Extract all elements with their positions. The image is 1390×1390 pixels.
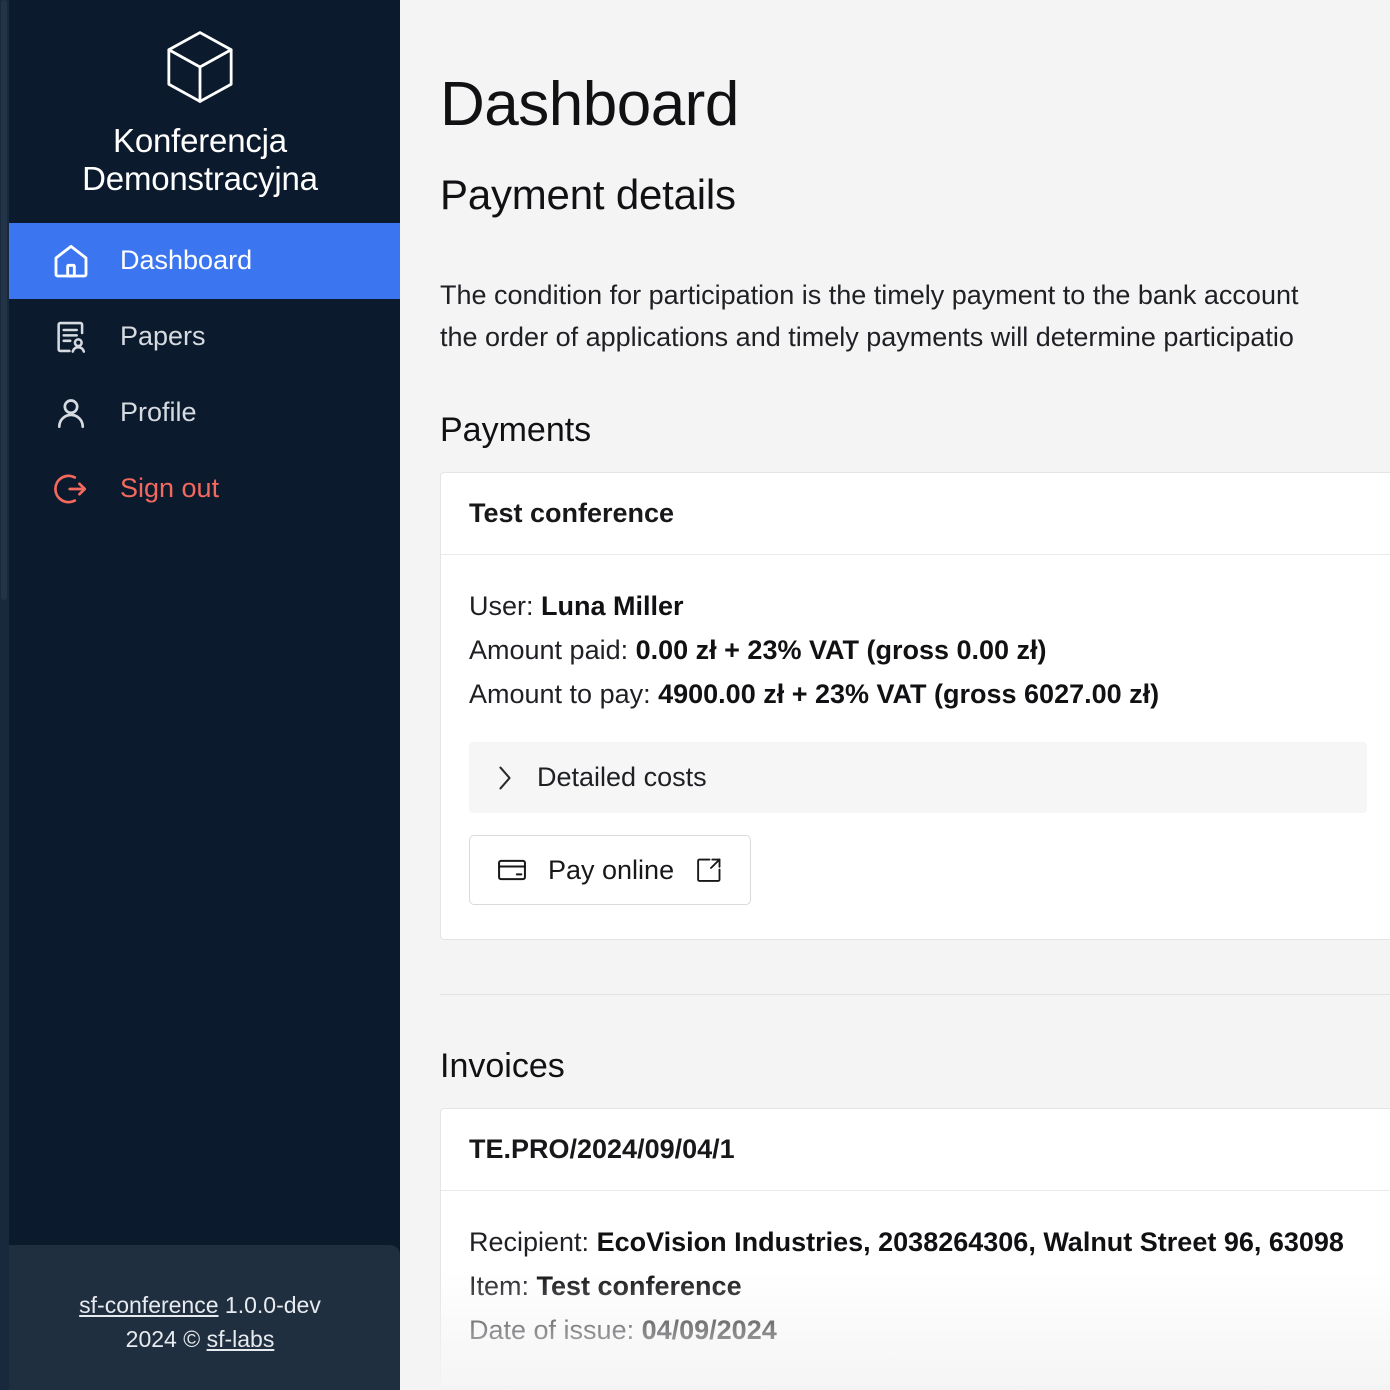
sf-labs-link[interactable]: sf-labs bbox=[207, 1326, 275, 1352]
invoice-recipient-value: EcoVision Industries, 2038264306, Walnut… bbox=[596, 1227, 1344, 1258]
sf-conference-link[interactable]: sf-conference bbox=[79, 1292, 218, 1318]
intro-paragraph: The condition for participation is the t… bbox=[440, 275, 1390, 359]
pay-online-label: Pay online bbox=[548, 854, 675, 885]
sidebar-item-label: Profile bbox=[120, 397, 197, 428]
sidebar: Konferencja Demonstracyjna Dashboard Pap… bbox=[0, 0, 400, 1390]
payment-card-title: Test conference bbox=[441, 473, 1390, 556]
invoice-date-label: Date of issue: bbox=[469, 1314, 642, 1345]
invoice-date-value: 04/09/2024 bbox=[641, 1314, 777, 1345]
document-user-icon bbox=[50, 316, 92, 358]
page-title: Dashboard bbox=[440, 70, 739, 139]
sidebar-item-label: Papers bbox=[120, 321, 206, 352]
external-link-icon bbox=[694, 855, 724, 885]
detailed-costs-label: Detailed costs bbox=[537, 762, 707, 793]
footer-copyright-line: 2024 © sf-labs bbox=[20, 1323, 380, 1356]
intro-line-1: The condition for participation is the t… bbox=[440, 280, 1299, 311]
footer-version-line: sf-conference 1.0.0-dev bbox=[20, 1289, 380, 1322]
sidebar-item-label: Sign out bbox=[120, 473, 220, 504]
app-root: Konferencja Demonstracyjna Dashboard Pap… bbox=[0, 0, 1390, 1390]
sidebar-item-papers[interactable]: Papers bbox=[0, 299, 400, 375]
section-title: Payment details bbox=[440, 171, 736, 219]
invoice-date-row: Date of issue: 04/09/2024 bbox=[469, 1309, 1367, 1353]
payment-topay-value: 4900.00 zł + 23% VAT (gross 6027.00 zł) bbox=[658, 678, 1160, 709]
main-content: Dashboard Payment details The condition … bbox=[400, 0, 1390, 1390]
section-divider bbox=[440, 994, 1390, 996]
home-icon bbox=[50, 240, 92, 282]
payment-paid-label: Amount paid: bbox=[469, 634, 636, 665]
detailed-costs-accordion[interactable]: Detailed costs bbox=[469, 742, 1367, 814]
brand-title: Konferencja Demonstracyjna bbox=[82, 122, 318, 198]
pay-online-button[interactable]: Pay online bbox=[469, 835, 752, 906]
chevron-right-icon bbox=[495, 764, 515, 792]
credit-card-icon bbox=[496, 854, 528, 886]
intro-line-2: the order of applications and timely pay… bbox=[440, 322, 1294, 353]
payment-topay-label: Amount to pay: bbox=[469, 678, 659, 709]
sidebar-item-profile[interactable]: Profile bbox=[0, 375, 400, 451]
sidebar-item-dashboard[interactable]: Dashboard bbox=[0, 222, 400, 299]
cube-icon bbox=[159, 26, 241, 108]
payment-paid-value: 0.00 zł + 23% VAT (gross 0.00 zł) bbox=[635, 634, 1047, 665]
sidebar-footer: sf-conference 1.0.0-dev 2024 © sf-labs bbox=[0, 1245, 400, 1390]
invoice-card-title: TE.PRO/2024/09/04/1 bbox=[441, 1109, 1390, 1192]
brand: Konferencja Demonstracyjna bbox=[0, 0, 400, 217]
payment-topay-row: Amount to pay: 4900.00 zł + 23% VAT (gro… bbox=[469, 673, 1367, 717]
invoice-item-label: Item: bbox=[469, 1271, 537, 1302]
payment-user-row: User: Luna Miller bbox=[469, 585, 1367, 629]
app-version: 1.0.0-dev bbox=[224, 1292, 321, 1319]
sidebar-item-label: Dashboard bbox=[120, 245, 253, 276]
payments-heading: Payments bbox=[440, 411, 592, 450]
sidebar-item-sign-out[interactable]: Sign out bbox=[0, 451, 400, 527]
invoice-recipient-row: Recipient: EcoVision Industries, 2038264… bbox=[469, 1221, 1367, 1265]
payment-card-body: User: Luna Miller Amount paid: 0.00 zł +… bbox=[441, 555, 1390, 939]
payment-paid-row: Amount paid: 0.00 zł + 23% VAT (gross 0.… bbox=[469, 629, 1367, 673]
payment-card: Test conference User: Luna Miller Amount… bbox=[440, 472, 1390, 941]
sidebar-nav: Dashboard Papers Profile Sign out bbox=[0, 222, 400, 527]
invoice-recipient-label: Recipient: bbox=[469, 1227, 597, 1258]
sidebar-scrollbar[interactable] bbox=[0, 0, 9, 1390]
logout-icon bbox=[50, 468, 92, 510]
invoice-card-body: Recipient: EcoVision Industries, 2038264… bbox=[441, 1191, 1390, 1386]
payment-user-label: User: bbox=[469, 591, 542, 622]
invoice-card: TE.PRO/2024/09/04/1 Recipient: EcoVision… bbox=[440, 1108, 1390, 1388]
invoice-item-row: Item: Test conference bbox=[469, 1265, 1367, 1309]
payment-user-value: Luna Miller bbox=[541, 591, 684, 622]
copyright-text: 2024 © bbox=[125, 1325, 201, 1352]
invoice-item-value: Test conference bbox=[536, 1271, 742, 1302]
invoices-heading: Invoices bbox=[440, 1047, 565, 1086]
user-icon bbox=[50, 392, 92, 434]
